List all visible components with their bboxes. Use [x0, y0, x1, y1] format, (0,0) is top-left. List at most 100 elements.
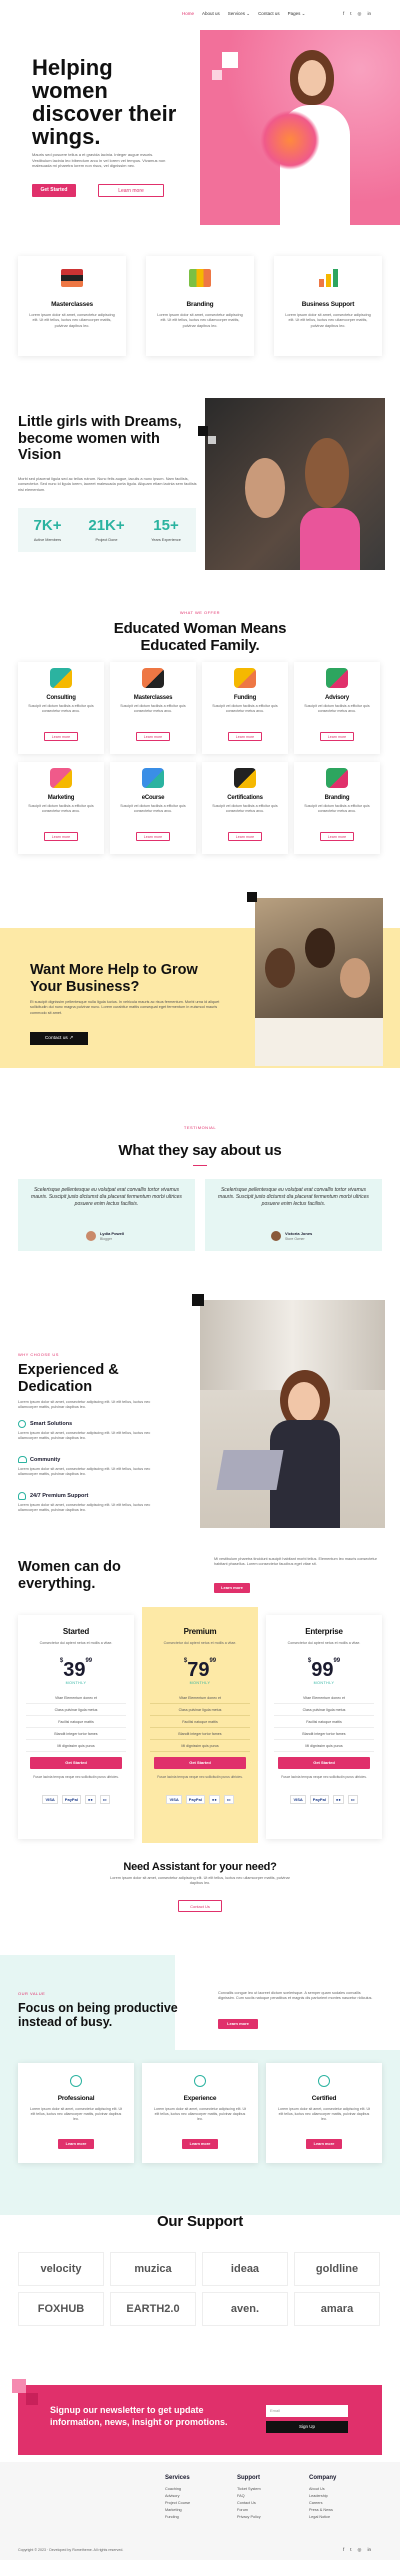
amara-logo: amara	[294, 2292, 380, 2326]
amex-icon: ▭	[223, 1795, 234, 1805]
nav-item-services[interactable]: Services ⌄	[228, 11, 250, 17]
footer-link[interactable]: Marketing	[165, 2507, 235, 2514]
offer-learn-more-button[interactable]: Learn more	[228, 832, 262, 841]
footer-link[interactable]: Advisory	[165, 2493, 235, 2500]
footer-link[interactable]: Project Course	[165, 2500, 235, 2507]
value-card-text: Lorem ipsum dolor sit amet, consectetur …	[277, 2107, 371, 2122]
footer-link[interactable]: About Us	[309, 2486, 379, 2493]
offer-learn-more-button[interactable]: Learn more	[228, 732, 262, 741]
value-learn-more-button[interactable]: Learn more	[182, 2139, 218, 2149]
decor-square	[247, 892, 257, 902]
decor-square	[12, 2379, 26, 2393]
plan-desc: Consectetur dui aptent netus et mollis a…	[287, 1641, 361, 1645]
community-icon	[18, 1456, 27, 1463]
linkedin-icon[interactable]: in	[367, 2547, 371, 2553]
offer-card-title: Marketing	[47, 795, 75, 801]
footer-link[interactable]: Careers	[309, 2500, 379, 2507]
footer-link[interactable]: FAQ	[237, 2493, 307, 2500]
stat-item: 21K+ Project Done	[77, 516, 136, 543]
value-card-text: Lorem ipsum dolor sit amet, consectetur …	[29, 2107, 123, 2122]
footer-columns: Services Coaching Advisory Project Course Ma…	[165, 2474, 385, 2534]
footer: Services Coaching Advisory Project Course Ma…	[0, 2462, 400, 2560]
stat-number: 15+	[153, 517, 179, 534]
value-card-text: Lorem ipsum dolor sit amet, consectetur …	[153, 2107, 247, 2122]
pricing-learn-more-button[interactable]: Learn more	[214, 1583, 250, 1593]
contact-us-button[interactable]: Contact us ↗	[30, 1032, 88, 1045]
instagram-icon[interactable]: ◎	[358, 2547, 362, 2553]
value-card: Certified Lorem ipsum dolor sit amet, con…	[266, 2063, 382, 2163]
value-card-title: Professional	[57, 2095, 95, 2102]
get-started-button[interactable]: Get Started	[30, 1757, 122, 1769]
twitter-icon[interactable]: t	[350, 11, 351, 17]
offer-learn-more-button[interactable]: Learn more	[320, 732, 354, 741]
value-card-title: Experience	[183, 2095, 217, 2102]
offer-learn-more-button[interactable]: Learn more	[136, 832, 170, 841]
hero-section: Helping women discover their wings. Maur…	[0, 30, 400, 228]
feature-card: Branding Lorem ipsum dolor sit amet, con…	[146, 256, 254, 356]
nav-item-about[interactable]: About us	[202, 11, 220, 17]
plan-name: Premium	[183, 1627, 217, 1636]
assist-contact-button[interactable]: Contact Us	[178, 1900, 222, 1912]
value-learn-more-button[interactable]: Learn more	[58, 2139, 94, 2149]
nav-item-home[interactable]: Home	[182, 11, 194, 17]
footer-link[interactable]: Forum	[237, 2507, 307, 2514]
logo-text: EARTH2.0	[126, 2302, 180, 2315]
why-item-title: 24/7 Premium Support	[30, 1493, 89, 1499]
instagram-icon[interactable]: ◎	[358, 11, 362, 17]
feature-title: Business Support	[301, 301, 355, 308]
offer-card: Advisory Suscipit vel dictum facilisis a …	[294, 662, 380, 754]
visa-icon: VISA	[42, 1795, 58, 1805]
offer-learn-more-button[interactable]: Learn more	[320, 832, 354, 841]
linkedin-icon[interactable]: in	[367, 11, 371, 17]
footer-link[interactable]: Contact Us	[237, 2500, 307, 2507]
footer-link[interactable]: Coaching	[165, 2486, 235, 2493]
social-links: f t ◎ in	[343, 11, 371, 17]
aven-logo: aven.	[202, 2292, 288, 2326]
newsletter-section: Signup our newsletter to get update info…	[12, 2379, 382, 2455]
pricing-card: Started Consectetur dui aptent netus et m…	[18, 1615, 134, 1839]
footer-link[interactable]: Funding	[165, 2514, 235, 2521]
why-item-title: Community	[30, 1457, 61, 1463]
newsletter-email-input[interactable]: Email	[266, 2405, 348, 2417]
plan-feature: Facilisi natoque mattis	[26, 1717, 126, 1728]
get-started-button[interactable]: Get Started	[32, 184, 76, 197]
why-item-text: Lorem ipsum dolor sit amet, consectetur …	[18, 1467, 151, 1477]
nav-item-contact[interactable]: Contact us	[258, 11, 280, 17]
footer-link[interactable]: Legal Notice	[309, 2514, 379, 2521]
testimonials-section: TESTIMONIAL What they say about us Scele…	[0, 1125, 400, 1270]
plan-price: $3999	[18, 1657, 134, 1684]
price-amount: 79	[187, 1659, 210, 1681]
footer-link[interactable]: Ticket System	[237, 2486, 307, 2493]
features-row: Masterclasses Lorem ipsum dolor sit amet…	[0, 256, 400, 376]
facebook-icon[interactable]: f	[343, 11, 344, 17]
values-learn-more-button[interactable]: Learn more	[218, 2019, 258, 2029]
footer-link[interactable]: Press & News	[309, 2507, 379, 2514]
plan-desc: Consectetur dui aptent netus et mollis a…	[39, 1641, 113, 1645]
plan-note: Fusce lacinia tempus neque nec sollicitu…	[157, 1775, 243, 1779]
pricing-card: Premium Consectetur dui aptent netus et m…	[142, 1607, 258, 1843]
stat-label: Project Done	[95, 538, 118, 543]
logo-text: ideaa	[230, 2262, 260, 2275]
cubes-icon	[326, 768, 348, 788]
vision-text: Morbi sed placerat ligula sed ac tellus …	[18, 476, 197, 492]
offer-learn-more-button[interactable]: Learn more	[136, 732, 170, 741]
offer-card: Certifications Suscipit vel dictum facili…	[202, 762, 288, 854]
nav-item-pages[interactable]: Pages ⌄	[288, 11, 306, 17]
footer-link[interactable]: Privacy Policy	[237, 2514, 307, 2521]
footer-column: Support Ticket System FAQ Contact Us Forum Pr…	[237, 2474, 307, 2521]
logo-text: amara	[320, 2302, 354, 2315]
get-started-button[interactable]: Get Started	[154, 1757, 246, 1769]
offer-learn-more-button[interactable]: Learn more	[44, 732, 78, 741]
learn-more-button[interactable]: Learn more	[98, 184, 164, 197]
testimonial-name: Lydia Powell	[100, 1231, 125, 1236]
newsletter-signup-button[interactable]: Sign Up	[266, 2421, 348, 2433]
help-title: Want More Help to Grow Your Business?	[30, 962, 198, 995]
value-learn-more-button[interactable]: Learn more	[306, 2139, 342, 2149]
get-started-button[interactable]: Get Started	[278, 1757, 370, 1769]
twitter-icon[interactable]: t	[350, 2547, 351, 2553]
feature-text: Lorem ipsum dolor sit amet, consectetur …	[157, 313, 243, 328]
offer-learn-more-button[interactable]: Learn more	[44, 832, 78, 841]
plan-period: MONTHLY	[189, 1681, 211, 1685]
footer-link[interactable]: Leadership	[309, 2493, 379, 2500]
facebook-icon[interactable]: f	[343, 2547, 344, 2553]
